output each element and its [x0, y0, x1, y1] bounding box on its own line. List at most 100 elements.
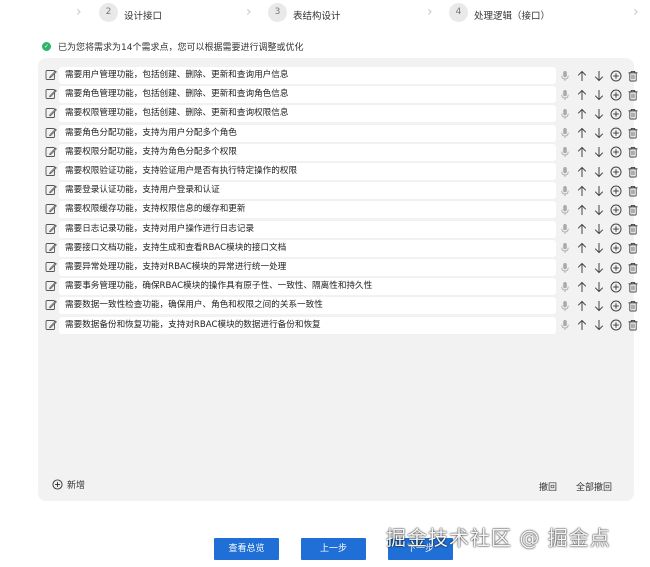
voice-input-button[interactable]	[557, 164, 573, 179]
move-down-button[interactable]	[591, 298, 607, 313]
move-up-button[interactable]	[574, 202, 590, 217]
edit-icon[interactable]	[45, 223, 57, 235]
insert-row-button[interactable]	[608, 279, 624, 294]
insert-row-button[interactable]	[608, 87, 624, 102]
move-up-button[interactable]	[574, 279, 590, 294]
requirement-input[interactable]: 需要权限缓存功能，支持权限信息的缓存和更新	[59, 201, 556, 219]
delete-row-button[interactable]	[625, 318, 641, 333]
move-up-button[interactable]	[574, 106, 590, 121]
requirement-input[interactable]: 需要角色管理功能，包括创建、删除、更新和查询角色信息	[59, 86, 556, 104]
voice-input-button[interactable]	[557, 298, 573, 313]
edit-icon[interactable]	[45, 184, 57, 196]
delete-row-button[interactable]	[625, 87, 641, 102]
delete-row-button[interactable]	[625, 106, 641, 121]
insert-row-button[interactable]	[608, 145, 624, 160]
move-up-button[interactable]	[574, 260, 590, 275]
edit-icon[interactable]	[45, 319, 57, 331]
move-up-button[interactable]	[574, 68, 590, 83]
insert-row-button[interactable]	[608, 318, 624, 333]
delete-row-button[interactable]	[625, 279, 641, 294]
edit-icon[interactable]	[45, 146, 57, 158]
insert-row-button[interactable]	[608, 241, 624, 256]
voice-input-button[interactable]	[557, 183, 573, 198]
step-3-label[interactable]: 表结构设计	[293, 8, 341, 22]
move-up-button[interactable]	[574, 164, 590, 179]
edit-icon[interactable]	[45, 69, 57, 81]
requirement-input[interactable]: 需要数据备份和恢复功能，支持对RBAC模块的数据进行备份和恢复	[59, 316, 556, 334]
move-down-button[interactable]	[591, 241, 607, 256]
move-down-button[interactable]	[591, 87, 607, 102]
move-down-button[interactable]	[591, 183, 607, 198]
delete-row-button[interactable]	[625, 298, 641, 313]
delete-row-button[interactable]	[625, 202, 641, 217]
insert-row-button[interactable]	[608, 298, 624, 313]
insert-row-button[interactable]	[608, 202, 624, 217]
voice-input-button[interactable]	[557, 279, 573, 294]
move-up-button[interactable]	[574, 241, 590, 256]
voice-input-button[interactable]	[557, 68, 573, 83]
undo-all-button[interactable]: 全部撤回	[576, 480, 612, 493]
edit-icon[interactable]	[45, 261, 57, 273]
requirement-input[interactable]: 需要权限分配功能，支持为角色分配多个权限	[59, 143, 556, 161]
insert-row-button[interactable]	[608, 126, 624, 141]
voice-input-button[interactable]	[557, 260, 573, 275]
move-down-button[interactable]	[591, 279, 607, 294]
requirement-input[interactable]: 需要数据一致性检查功能，确保用户、角色和权限之间的关系一致性	[59, 297, 556, 315]
requirement-input[interactable]: 需要接口文档功能，支持生成和查看RBAC模块的接口文档	[59, 239, 556, 257]
requirement-input[interactable]: 需要权限管理功能，包括创建、删除、更新和查询权限信息	[59, 105, 556, 123]
insert-row-button[interactable]	[608, 68, 624, 83]
move-down-button[interactable]	[591, 222, 607, 237]
requirement-input[interactable]: 需要异常处理功能，支持对RBAC模块的异常进行统一处理	[59, 259, 556, 276]
insert-row-button[interactable]	[608, 164, 624, 179]
view-summary-button[interactable]: 查看总览	[214, 538, 279, 560]
move-up-button[interactable]	[574, 126, 590, 141]
move-down-button[interactable]	[591, 126, 607, 141]
delete-row-button[interactable]	[625, 145, 641, 160]
move-up-button[interactable]	[574, 298, 590, 313]
move-down-button[interactable]	[591, 164, 607, 179]
delete-row-button[interactable]	[625, 164, 641, 179]
edit-icon[interactable]	[45, 280, 57, 292]
step-2-label[interactable]: 设计接口	[124, 8, 162, 22]
insert-row-button[interactable]	[608, 260, 624, 275]
edit-icon[interactable]	[45, 165, 57, 177]
move-up-button[interactable]	[574, 318, 590, 333]
delete-row-button[interactable]	[625, 68, 641, 83]
voice-input-button[interactable]	[557, 202, 573, 217]
move-up-button[interactable]	[574, 145, 590, 160]
delete-row-button[interactable]	[625, 260, 641, 275]
move-down-button[interactable]	[591, 106, 607, 121]
delete-row-button[interactable]	[625, 183, 641, 198]
move-down-button[interactable]	[591, 260, 607, 275]
voice-input-button[interactable]	[557, 318, 573, 333]
step-4-label[interactable]: 处理逻辑（接口）	[474, 8, 550, 22]
requirement-input[interactable]: 需要日志记录功能，支持对用户操作进行日志记录	[59, 220, 556, 238]
voice-input-button[interactable]	[557, 106, 573, 121]
insert-row-button[interactable]	[608, 222, 624, 237]
voice-input-button[interactable]	[557, 241, 573, 256]
edit-icon[interactable]	[45, 299, 57, 311]
insert-row-button[interactable]	[608, 183, 624, 198]
move-down-button[interactable]	[591, 202, 607, 217]
move-down-button[interactable]	[591, 68, 607, 83]
voice-input-button[interactable]	[557, 222, 573, 237]
delete-row-button[interactable]	[625, 126, 641, 141]
previous-button[interactable]: 上一步	[301, 538, 366, 560]
undo-button[interactable]: 撤回	[539, 480, 557, 493]
move-down-button[interactable]	[591, 318, 607, 333]
edit-icon[interactable]	[45, 127, 57, 139]
edit-icon[interactable]	[45, 203, 57, 215]
edit-icon[interactable]	[45, 88, 57, 100]
edit-icon[interactable]	[45, 107, 57, 119]
move-up-button[interactable]	[574, 87, 590, 102]
requirement-input[interactable]: 需要用户管理功能，包括创建、删除、更新和查询用户信息	[59, 67, 556, 84]
edit-icon[interactable]	[45, 242, 57, 254]
delete-row-button[interactable]	[625, 222, 641, 237]
delete-row-button[interactable]	[625, 241, 641, 256]
insert-row-button[interactable]	[608, 106, 624, 121]
move-down-button[interactable]	[591, 145, 607, 160]
add-requirement-button[interactable]: 新增	[52, 478, 85, 491]
requirement-input[interactable]: 需要事务管理功能，确保RBAC模块的操作具有原子性、一致性、隔离性和持久性	[59, 278, 556, 296]
requirement-input[interactable]: 需要角色分配功能，支持为用户分配多个角色	[59, 124, 556, 142]
move-up-button[interactable]	[574, 222, 590, 237]
